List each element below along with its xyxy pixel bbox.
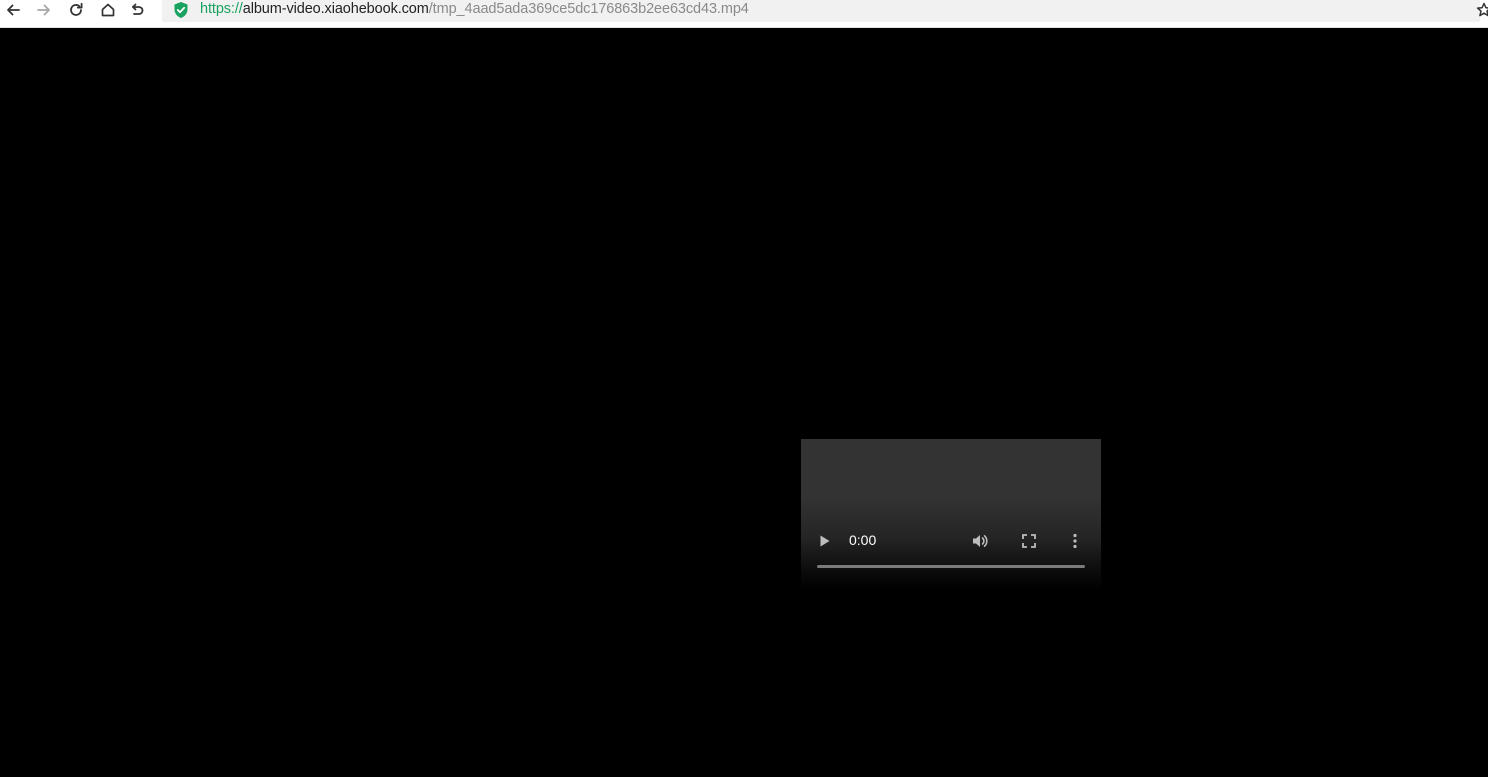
- play-button[interactable]: [817, 533, 833, 549]
- volume-icon: [973, 535, 988, 547]
- volume-button[interactable]: [971, 532, 989, 550]
- browser-toolbar: https://album-video.xiaohebook.com/tmp_4…: [0, 0, 1488, 28]
- page-viewport: [0, 29, 1488, 777]
- reload-icon: [70, 2, 83, 16]
- undo-button[interactable]: [126, 0, 148, 20]
- shield-check-icon: [174, 2, 188, 18]
- back-button[interactable]: [2, 0, 24, 20]
- url-scheme: https://: [200, 1, 243, 17]
- url-host: album-video.xiaohebook.com: [242, 1, 429, 17]
- play-icon: [820, 535, 830, 547]
- star-icon: [1476, 2, 1488, 17]
- forward-arrow-icon: [37, 4, 50, 16]
- home-button[interactable]: [97, 0, 119, 20]
- bookmark-button[interactable]: [1476, 0, 1488, 20]
- home-icon: [101, 3, 115, 17]
- fullscreen-button[interactable]: [1020, 532, 1038, 550]
- address-bar[interactable]: https://album-video.xiaohebook.com/tmp_4…: [162, 0, 1480, 22]
- back-arrow-icon: [7, 4, 20, 16]
- video-timeline[interactable]: [817, 565, 1085, 568]
- reload-button[interactable]: [65, 0, 87, 20]
- undo-icon: [132, 3, 144, 15]
- fullscreen-icon: [1022, 534, 1036, 548]
- video-player[interactable]: 0:00: [801, 439, 1101, 589]
- url-path: /tmp_4aad5ada369ce5dc176863b2ee63cd43.mp…: [428, 1, 749, 17]
- current-time: 0:00: [849, 532, 877, 548]
- url-text: https://album-video.xiaohebook.com/tmp_4…: [200, 0, 749, 20]
- forward-button[interactable]: [33, 0, 55, 20]
- more-options-button[interactable]: [1069, 532, 1081, 550]
- more-options-icon: [1073, 533, 1077, 549]
